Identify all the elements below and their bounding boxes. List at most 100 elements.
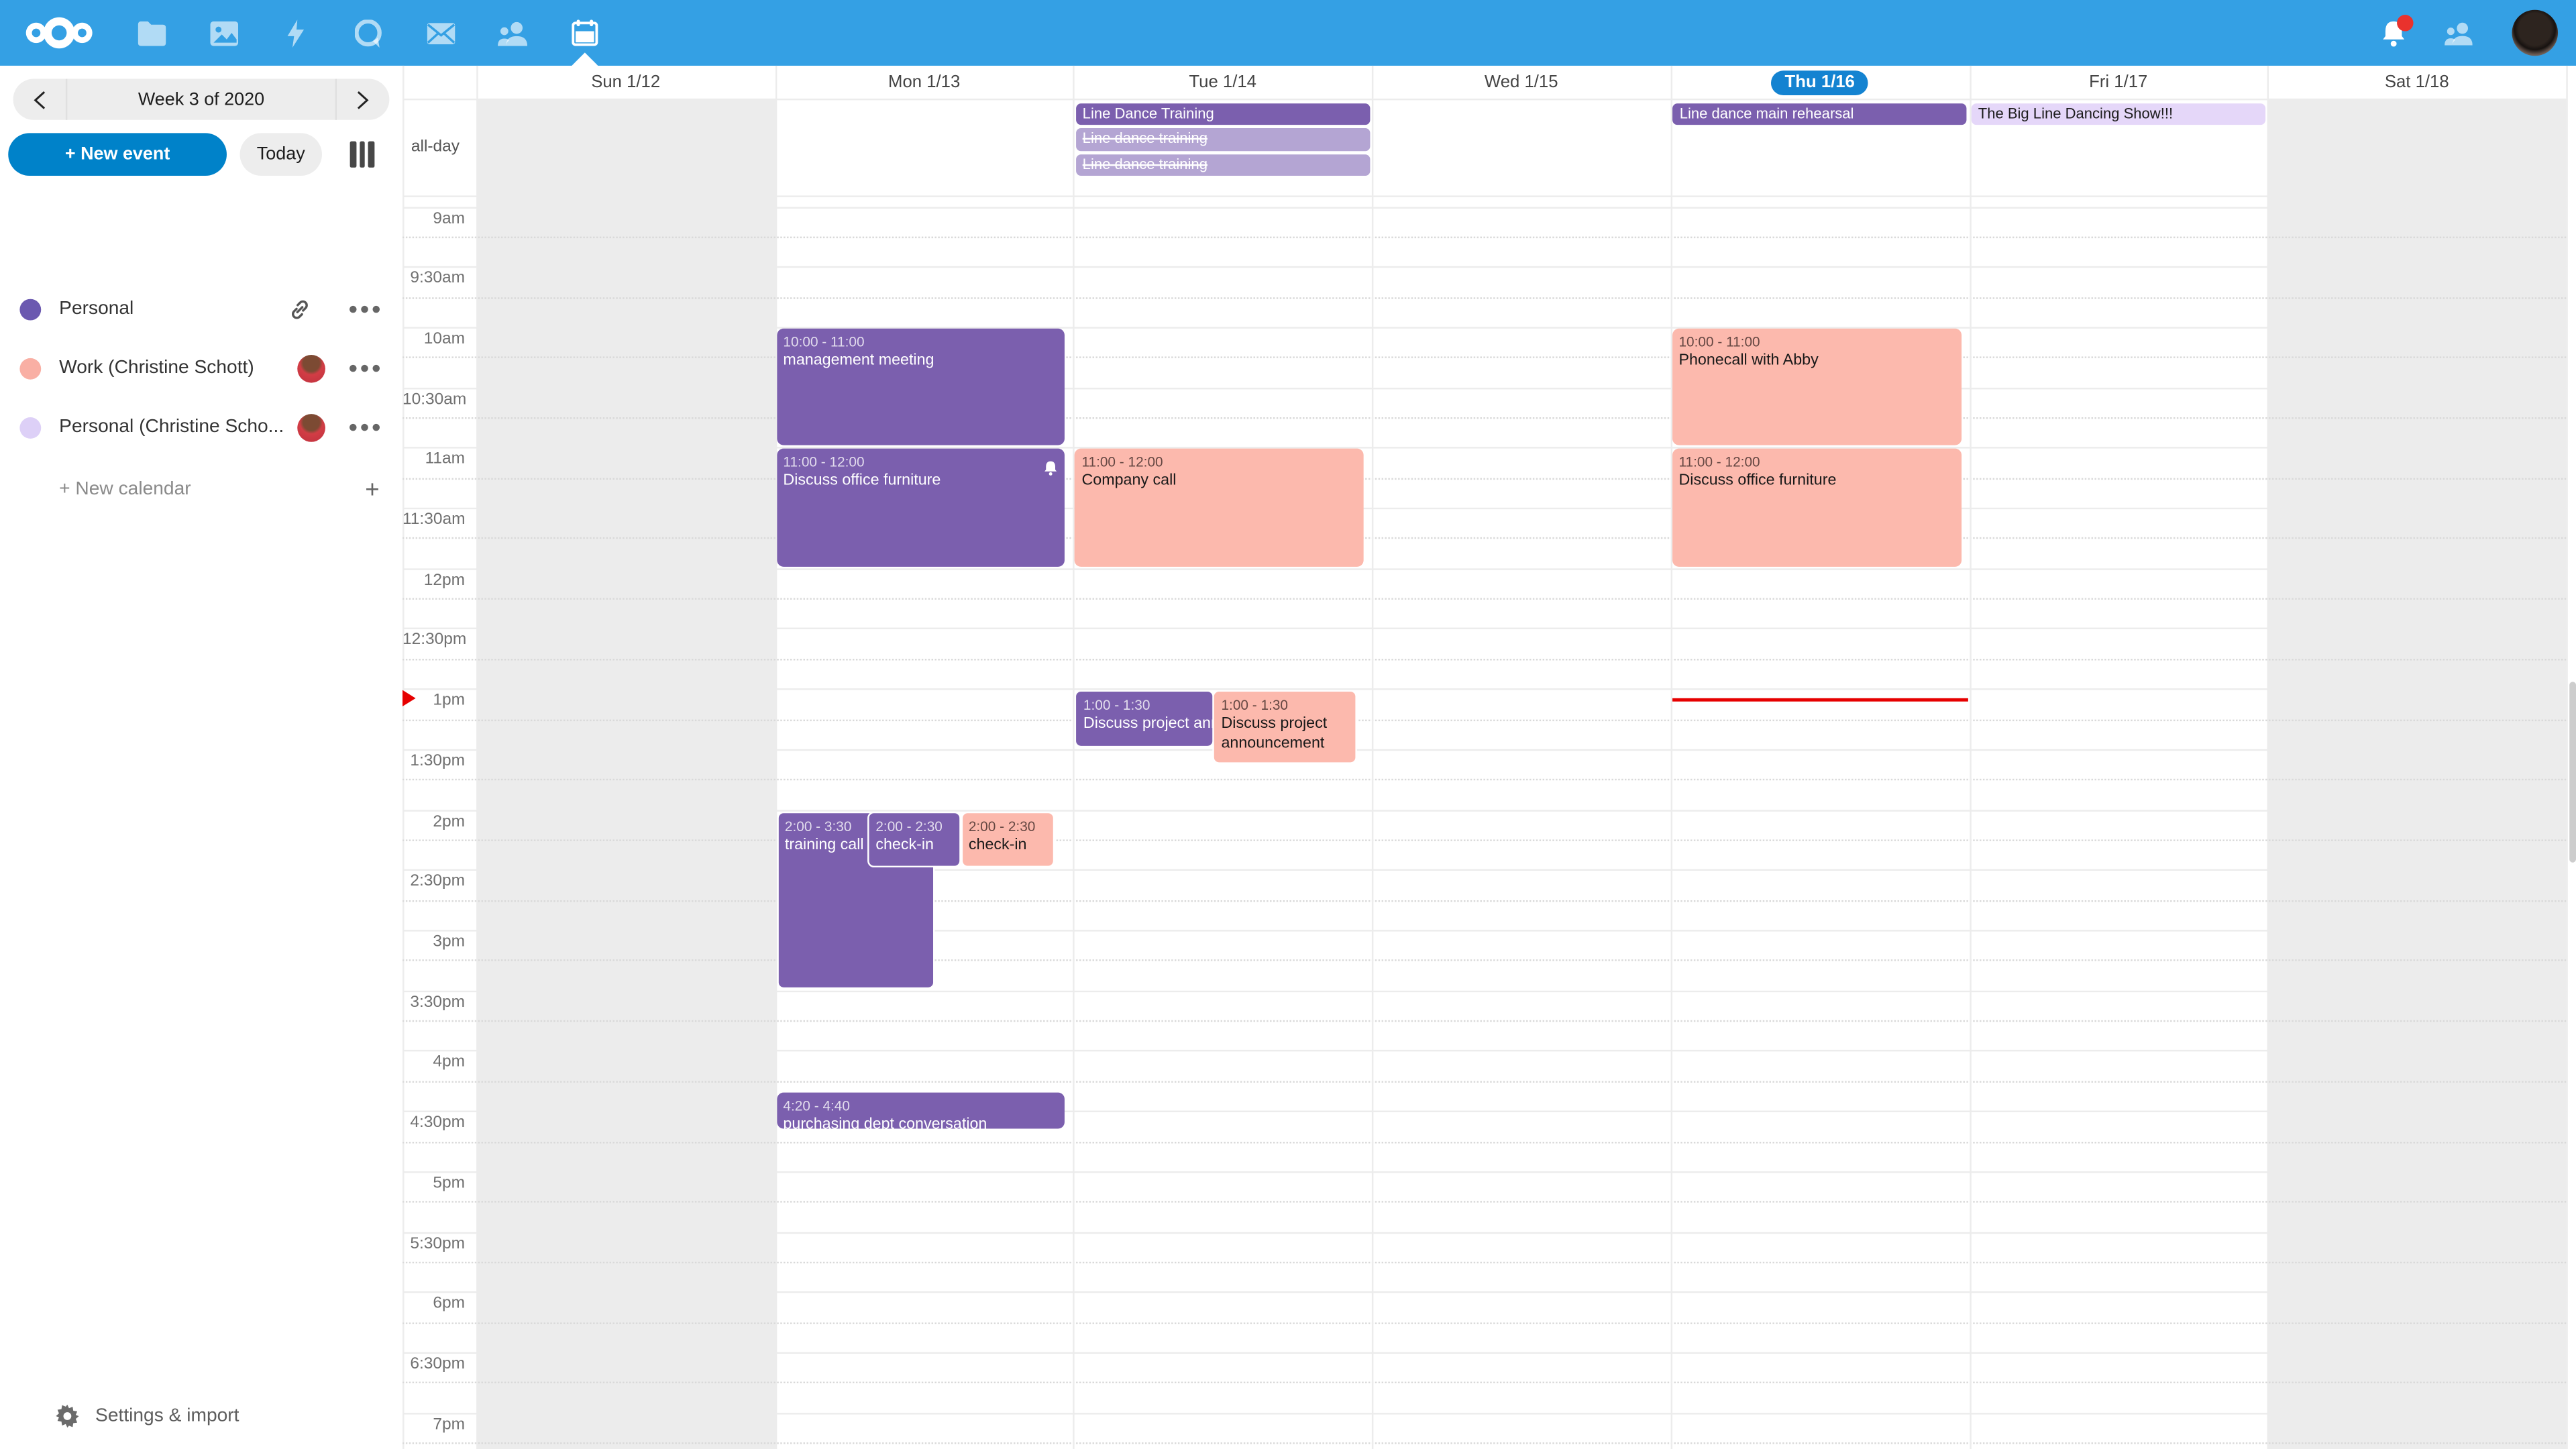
nextcloud-calendar-app: Week 3 of 2020 + New event Today Persona… — [0, 0, 2576, 1449]
calendar-grid: all-day9am9:30am10am10:30am11am11:30am12… — [402, 66, 2576, 1449]
plus-icon: + — [365, 476, 379, 504]
event-time: 11:00 - 12:00 — [1081, 454, 1357, 472]
calendar-color-dot — [19, 417, 41, 438]
calendar-list-item-personal[interactable]: Personal ●●● — [0, 279, 402, 338]
event-management-meeting[interactable]: 10:00 - 11:00management meeting — [777, 329, 1065, 446]
settings-and-import-button[interactable]: Settings & import — [0, 1397, 402, 1436]
grid-hour-line — [402, 1111, 2566, 1112]
time-axis-label: 3pm — [402, 933, 465, 951]
allday-event[interactable]: Line dance training — [1076, 154, 1370, 176]
grid-quarter-line — [402, 1442, 2566, 1444]
event-discuss-project-announcement[interactable]: 1:00 - 1:30Discuss project announcement — [1213, 690, 1356, 764]
vertical-scrollbar[interactable] — [2569, 682, 2575, 862]
grid-hour-line — [402, 1171, 2566, 1173]
calendar-list-item-work[interactable]: Work (Christine Schott) ●●● — [0, 338, 402, 397]
today-pill: Thu 1/16 — [1772, 70, 1868, 95]
grid-hour-line — [402, 990, 2566, 991]
time-axis-label: 11:30am — [402, 511, 465, 529]
calendar-list-item-personal-christine[interactable]: Personal (Christine Scho... ●●● — [0, 398, 402, 457]
calendar-actions-menu[interactable]: ●●● — [348, 300, 383, 318]
files-app-icon[interactable] — [118, 0, 184, 66]
time-axis-label: 10:30am — [402, 390, 465, 409]
grid-column-line — [1969, 66, 1970, 1449]
time-axis-label: 5:30pm — [402, 1235, 465, 1253]
today-button[interactable]: Today — [240, 133, 322, 176]
next-week-button[interactable] — [337, 79, 389, 120]
grid-hour-line — [402, 809, 2566, 810]
event-title: management meeting — [783, 352, 1059, 371]
grid-hour-line — [402, 1051, 2566, 1052]
photos-app-icon[interactable] — [191, 0, 256, 66]
grid-quarter-line — [402, 236, 2566, 237]
day-header[interactable]: Fri 1/17 — [1969, 66, 2267, 99]
weekend-column-shading — [476, 99, 775, 1449]
day-header[interactable]: Wed 1/15 — [1372, 66, 1670, 99]
time-axis-label: 11am — [402, 451, 465, 469]
time-axis-label: 7pm — [402, 1415, 465, 1434]
day-header[interactable]: Sun 1/12 — [476, 66, 775, 99]
event-time: 1:00 - 1:30 — [1221, 697, 1348, 715]
new-calendar-button[interactable]: + New calendar + — [0, 460, 402, 519]
allday-event[interactable]: Line dance training — [1076, 128, 1370, 150]
grid-quarter-line — [402, 719, 2566, 720]
shared-link-icon[interactable] — [287, 297, 312, 321]
top-navbar — [0, 0, 2576, 66]
allday-event[interactable]: Line dance main rehearsal — [1673, 103, 1967, 125]
event-title: check-in — [875, 836, 953, 855]
grid-quarter-line — [402, 900, 2566, 901]
grid-hour-line — [402, 327, 2566, 328]
day-header[interactable]: Tue 1/14 — [1073, 66, 1372, 99]
mail-app-icon[interactable] — [407, 0, 473, 66]
talk-app-icon[interactable] — [335, 0, 401, 66]
grid-quarter-line — [402, 779, 2566, 780]
week-label-button[interactable]: Week 3 of 2020 — [67, 79, 335, 120]
event-company-call[interactable]: 11:00 - 12:00Company call — [1075, 449, 1364, 566]
calendar-actions-menu[interactable]: ●●● — [348, 418, 383, 436]
reminder-bell-icon — [1044, 455, 1059, 485]
calendar-name: Work (Christine Schott) — [59, 358, 297, 378]
day-header-today[interactable]: Thu 1/16 — [1670, 66, 1969, 99]
event-check-in[interactable]: 2:00 - 2:30check-in — [961, 811, 1055, 868]
event-title: purchasing dept conversation — [783, 1116, 1059, 1130]
grid-hour-line — [402, 266, 2566, 268]
notifications-bell-icon[interactable] — [2361, 0, 2426, 66]
grid-quarter-line — [402, 417, 2566, 419]
active-app-caret — [572, 52, 598, 66]
calendar-color-dot — [19, 358, 41, 379]
current-time-arrow — [402, 690, 416, 706]
day-header[interactable]: Mon 1/13 — [775, 66, 1073, 99]
contacts-app-icon[interactable] — [480, 0, 545, 66]
view-switcher-icon[interactable] — [350, 142, 378, 168]
time-axis-label: 4:30pm — [402, 1114, 465, 1132]
notification-badge — [2397, 15, 2413, 31]
event-title: Company call — [1081, 472, 1357, 492]
grid-hour-line — [402, 387, 2566, 388]
event-purchasing-dept-conversation[interactable]: 4:20 - 4:40purchasing dept conversation — [777, 1092, 1065, 1129]
time-axis-label: 10am — [402, 330, 465, 348]
settings-label: Settings & import — [95, 1406, 239, 1426]
grid-hour-line — [402, 629, 2566, 630]
contacts-menu-icon[interactable] — [2425, 0, 2491, 66]
calendar-actions-menu[interactable]: ●●● — [348, 359, 383, 377]
grid-quarter-line — [402, 1020, 2566, 1022]
allday-event[interactable]: Line Dance Training — [1076, 103, 1370, 125]
time-axis-label: 6pm — [402, 1295, 465, 1313]
previous-week-button[interactable] — [13, 79, 66, 120]
event-discuss-project-announcement[interactable]: 1:00 - 1:30Discuss project announcement — [1075, 690, 1214, 747]
all-day-label: all-day — [402, 137, 468, 155]
nextcloud-logo[interactable] — [19, 0, 99, 66]
user-avatar[interactable] — [2502, 0, 2568, 66]
event-time: 2:00 - 2:30 — [969, 818, 1046, 836]
event-time: 2:00 - 2:30 — [875, 818, 953, 836]
event-discuss-office-furniture[interactable]: 11:00 - 12:00Discuss office furniture — [1672, 449, 1961, 566]
event-check-in[interactable]: 2:00 - 2:30check-in — [867, 811, 961, 868]
new-event-button[interactable]: + New event — [8, 133, 227, 176]
day-header[interactable]: Sat 1/18 — [2267, 66, 2566, 99]
time-axis-label: 5pm — [402, 1175, 465, 1193]
allday-event[interactable]: The Big Line Dancing Show!!! — [1972, 103, 2265, 125]
event-title: Discuss office furniture — [1678, 472, 1954, 492]
time-axis-label: 9am — [402, 209, 465, 227]
event-phonecall-with-abby[interactable]: 10:00 - 11:00Phonecall with Abby — [1672, 329, 1961, 446]
activity-app-icon[interactable] — [263, 0, 329, 66]
event-discuss-office-furniture[interactable]: 11:00 - 12:00Discuss office furniture — [777, 449, 1065, 566]
